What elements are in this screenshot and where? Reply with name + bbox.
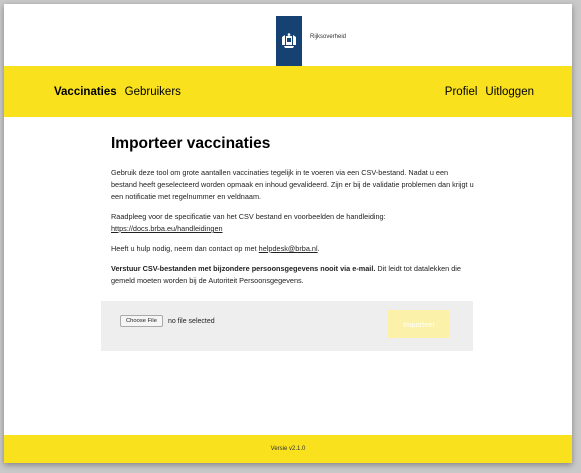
main-content: Importeer vaccinaties Gebruik deze tool …: [4, 117, 572, 351]
browser-page: Rijksoverheid Vaccinaties Gebruikers Pro…: [4, 4, 572, 463]
file-input[interactable]: Choose File no file selected: [120, 315, 215, 327]
nav-gebruikers[interactable]: Gebruikers: [125, 86, 181, 98]
help-period: .: [317, 244, 320, 253]
version-label: Versie v2.1.0: [270, 446, 306, 452]
spec-paragraph: Raadpleeg voor de specificatie van het C…: [111, 211, 475, 235]
help-text: Heeft u hulp nodig, neem dan contact op …: [111, 244, 257, 253]
warning-paragraph: Verstuur CSV-bestanden met bijzondere pe…: [111, 263, 475, 287]
nav-uitloggen[interactable]: Uitloggen: [485, 86, 534, 98]
choose-file-button[interactable]: Choose File: [120, 315, 163, 327]
spec-text: Raadpleeg voor de specificatie van het C…: [111, 212, 386, 221]
page-title: Importeer vaccinaties: [111, 135, 271, 152]
coat-of-arms-icon: [276, 16, 302, 66]
logo-text: Rijksoverheid: [310, 34, 347, 40]
nav-vaccinaties[interactable]: Vaccinaties: [54, 86, 117, 98]
help-paragraph: Heeft u hulp nodig, neem dan contact op …: [111, 243, 475, 255]
warning-bold: Verstuur CSV-bestanden met bijzondere pe…: [111, 264, 376, 273]
upload-panel: Choose File no file selected Importeer: [101, 301, 473, 351]
helpdesk-email-link[interactable]: helpdesk@brba.nl: [259, 244, 318, 253]
page-footer: Versie v2.1.0: [4, 435, 572, 463]
file-status: no file selected: [167, 317, 215, 325]
intro-paragraph: Gebruik deze tool om grote aantallen vac…: [111, 168, 474, 201]
top-header: Rijksoverheid: [4, 4, 572, 66]
import-button[interactable]: Importeer: [388, 310, 450, 338]
main-navbar: Vaccinaties Gebruikers Profiel Uitloggen: [4, 66, 572, 117]
nav-profiel[interactable]: Profiel: [445, 86, 478, 98]
rijksoverheid-logo[interactable]: Rijksoverheid: [276, 16, 346, 66]
handleiding-link[interactable]: https://docs.brba.eu/handleidingen: [111, 224, 223, 233]
